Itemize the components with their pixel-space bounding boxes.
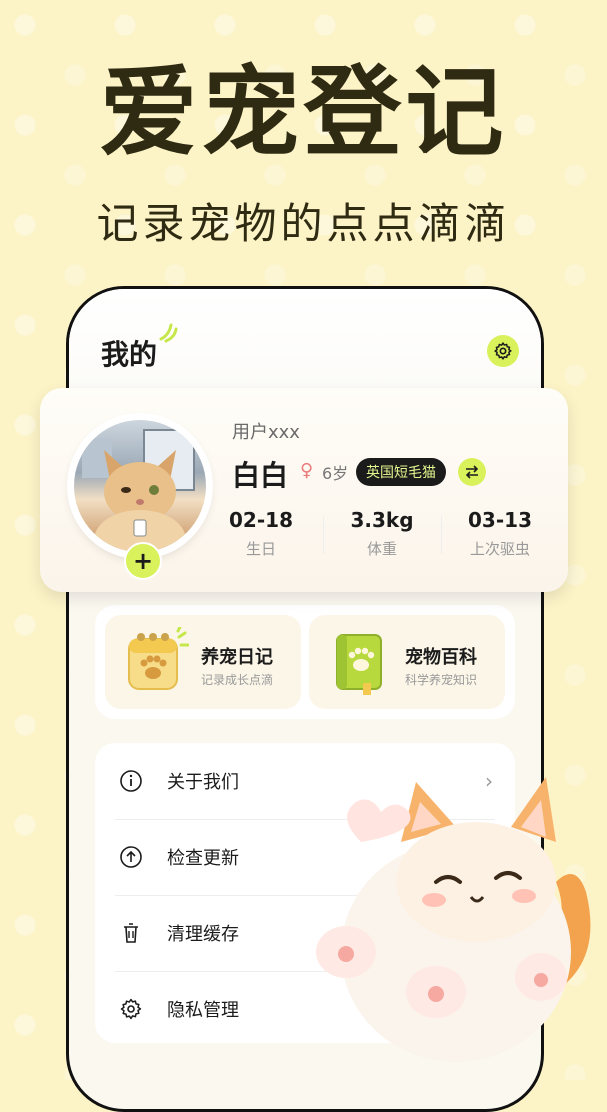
username: 用户xxx: [232, 422, 300, 443]
feature-panel: 养宠日记 记录成长点滴 宠物百科 科学养宠知识: [95, 605, 515, 719]
promo-headline: 爱宠登记: [99, 56, 508, 170]
pet-avatar-frame[interactable]: [70, 416, 210, 556]
cat-mascot-illustration: [316, 777, 591, 1062]
stat-label: 上次驱虫: [469, 540, 530, 558]
stat-weight: 3.3kg 体重: [327, 508, 437, 559]
stat-divider: [323, 516, 324, 554]
stat-label: 生日: [245, 540, 276, 558]
signal-wave-icon: [159, 323, 178, 343]
stat-deworming: 03-13 上次驱虫: [445, 508, 555, 559]
stat-birthday: 02-18 生日: [206, 508, 316, 559]
pet-name: 白白: [232, 459, 289, 492]
stat-value: 03-13: [468, 508, 532, 532]
cat-photo-illustration: [82, 429, 195, 552]
breed-badge: 英国短毛猫: [356, 458, 446, 486]
feature-subtitle-encyclopedia: 科学养宠知识: [405, 673, 478, 687]
settings-button[interactable]: [487, 335, 519, 367]
pet-age: 6岁: [322, 464, 349, 483]
book-paw-icon: [336, 634, 382, 695]
feature-card-diary[interactable]: 养宠日记 记录成长点滴: [105, 615, 301, 709]
menu-label-check-update: 检查更新: [167, 848, 239, 869]
menu-label-about: 关于我们: [167, 772, 239, 793]
feature-title-diary: 养宠日记: [201, 647, 273, 668]
page-title: 我的: [101, 338, 158, 371]
promo-subline: 记录宠物的点点滴滴: [96, 199, 511, 248]
stat-label: 体重: [366, 540, 397, 558]
feature-title-encyclopedia: 宠物百科: [405, 647, 477, 668]
gear-icon: [494, 342, 512, 360]
trash-icon: [124, 923, 138, 943]
stat-value: 3.3kg: [350, 508, 414, 532]
female-icon: ♀: [300, 460, 314, 481]
plus-icon: +: [132, 547, 154, 575]
pet-profile-card: + 用户xxx 白白 ♀ 6岁 英国短毛猫 02-18 生日 3.3kg 体重 …: [40, 388, 568, 592]
switch-pet-button[interactable]: [458, 458, 486, 486]
menu-label-privacy: 隐私管理: [167, 1000, 239, 1021]
info-icon: [120, 770, 142, 792]
swap-icon: [465, 465, 479, 479]
menu-label-clear-cache: 清理缓存: [167, 924, 239, 945]
add-photo-button[interactable]: +: [124, 542, 162, 580]
stat-divider: [441, 516, 442, 554]
calendar-paw-icon: [128, 627, 189, 690]
stat-value: 02-18: [229, 508, 293, 532]
feature-subtitle-diary: 记录成长点滴: [201, 673, 274, 687]
update-icon: [120, 846, 142, 868]
privacy-gear-icon: [120, 998, 142, 1020]
pet-avatar: [74, 420, 206, 552]
feature-card-encyclopedia[interactable]: 宠物百科 科学养宠知识: [309, 615, 505, 709]
